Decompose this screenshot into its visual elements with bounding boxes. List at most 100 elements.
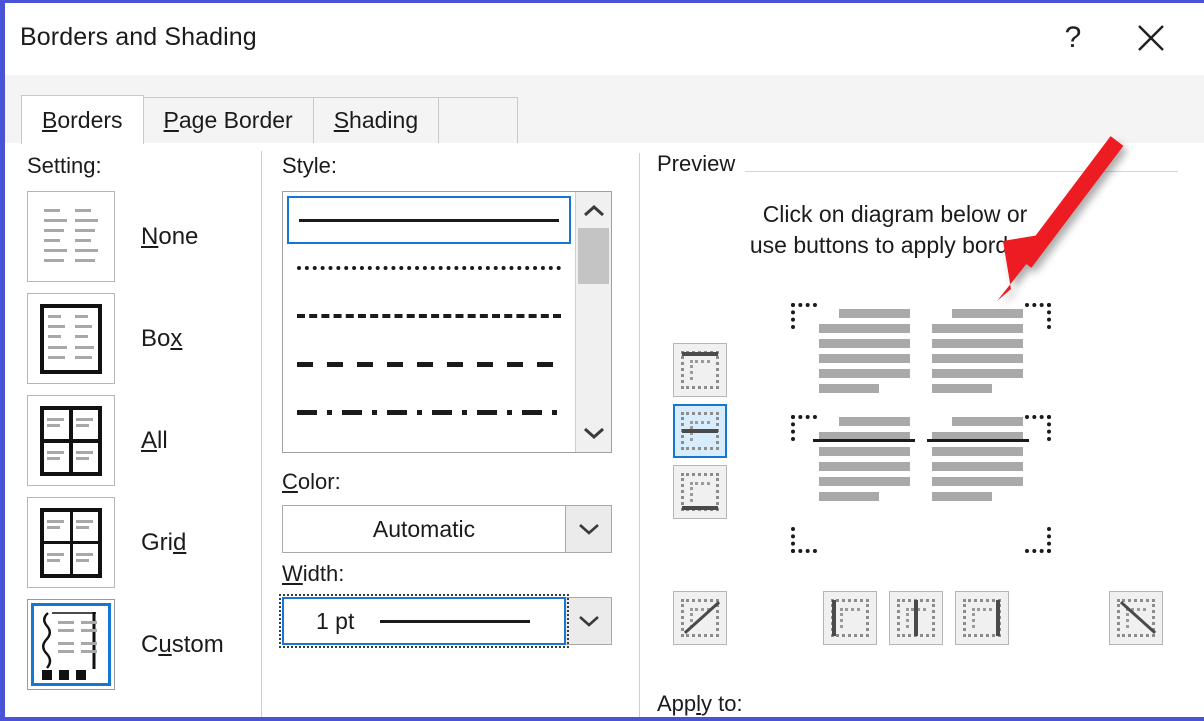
tab-shading[interactable]: Shading — [313, 97, 439, 143]
diagonal-up-border-button[interactable] — [673, 591, 727, 645]
page-custom-border-icon[interactable] — [27, 599, 115, 690]
width-dropdown[interactable]: 1 pt — [282, 597, 612, 645]
preview-hint-line-1: Click on diagram below or — [685, 199, 1105, 230]
style-listbox[interactable] — [282, 191, 612, 453]
diagram-midmark-right — [1025, 415, 1051, 441]
diagram-corner-top-right — [1025, 303, 1051, 329]
color-value[interactable]: Automatic — [282, 505, 566, 553]
style-option-dash-dot[interactable] — [287, 388, 571, 436]
setting-option-custom[interactable]: Custom — [27, 599, 224, 690]
setting-option-grid[interactable]: Grid — [27, 497, 224, 588]
setting-custom-accel: u — [158, 631, 171, 658]
setting-custom-pre: C — [141, 631, 158, 658]
line-dashed-wide-icon — [297, 362, 561, 367]
column-divider-1 — [261, 151, 262, 721]
setting-grid-pre: Gri — [141, 529, 173, 556]
tab-borders-accel: B — [42, 107, 57, 134]
style-scrollbar[interactable] — [575, 192, 611, 452]
left-border-button[interactable] — [823, 591, 877, 645]
setting-option-all[interactable]: All — [27, 395, 224, 486]
page-no-border-icon[interactable] — [27, 191, 115, 282]
chevron-down-icon[interactable] — [576, 418, 611, 448]
color-accel: C — [282, 469, 298, 494]
close-icon — [1134, 21, 1168, 55]
diagram-column-left — [819, 309, 910, 547]
bottom-border-button[interactable] — [673, 465, 727, 519]
chevron-down-icon[interactable] — [566, 505, 612, 553]
border-left-icon — [831, 599, 869, 637]
setting-all-rest: ll — [157, 427, 168, 454]
page-box-border-icon[interactable] — [27, 293, 115, 384]
tab-page-border-accel: P — [164, 107, 179, 134]
setting-option-none-label: None — [141, 223, 198, 251]
tab-shading-label: hading — [349, 107, 418, 134]
apply-to-label: Apply to: — [657, 691, 743, 717]
preview-hint-text: Click on diagram below or use buttons to… — [685, 199, 1105, 261]
diagram-corner-bottom-left — [791, 527, 817, 553]
scrollbar-thumb[interactable] — [578, 228, 609, 284]
top-border-button[interactable] — [673, 343, 727, 397]
tab-borders-label: orders — [57, 107, 122, 134]
close-button[interactable] — [1124, 11, 1178, 65]
border-inside-vertical-icon — [897, 599, 935, 637]
title-bar: Borders and Shading ? — [5, 3, 1204, 76]
setting-all-accel: A — [141, 427, 157, 454]
diagonal-down-border-button[interactable] — [1109, 591, 1163, 645]
preview-bottom-buttons — [673, 591, 1173, 645]
style-option-dotted[interactable] — [287, 244, 571, 292]
inside-horizontal-border-button[interactable] — [673, 404, 727, 458]
setting-none-rest: one — [158, 223, 198, 250]
chevron-down-icon[interactable] — [566, 597, 612, 645]
chevron-up-icon[interactable] — [576, 196, 611, 226]
diagram-text-columns — [819, 309, 1023, 547]
style-group-label: Style: — [282, 153, 337, 179]
width-value-field[interactable]: 1 pt — [282, 597, 566, 645]
tab-page-border-label: age Border — [179, 107, 293, 134]
tab-page-border[interactable]: Page Border — [143, 97, 314, 143]
diagram-inside-horizontal-border-right[interactable] — [927, 439, 1029, 442]
width-label: Width: — [282, 561, 344, 587]
setting-group-label: Setting: — [27, 153, 102, 179]
border-diagonal-up-icon — [681, 599, 719, 637]
tab-borders[interactable]: Borders — [21, 95, 144, 144]
style-option-dashed-fine[interactable] — [287, 292, 571, 340]
dialog-content: Setting: — [5, 143, 1204, 717]
page-grid-border-icon[interactable] — [27, 497, 115, 588]
right-border-button[interactable] — [955, 591, 1009, 645]
border-diagonal-down-icon — [1117, 599, 1155, 637]
diagram-midmark-left — [791, 415, 817, 441]
width-label-rest: idth: — [303, 561, 345, 586]
width-value: 1 pt — [316, 608, 354, 635]
diagram-inside-horizontal-border-left[interactable] — [813, 439, 915, 442]
setting-grid-accel: d — [173, 529, 186, 556]
setting-custom-post: stom — [172, 631, 224, 658]
style-option-dashed-wide[interactable] — [287, 340, 571, 388]
preview-group-label: Preview — [657, 151, 745, 177]
line-dotted-icon — [297, 266, 561, 270]
setting-option-none[interactable]: None — [27, 191, 224, 282]
setting-option-box-label: Box — [141, 325, 182, 353]
preview-side-buttons — [673, 343, 727, 526]
width-accel: W — [282, 561, 303, 586]
border-inside-horizontal-icon — [681, 412, 719, 450]
question-mark-icon: ? — [1065, 21, 1082, 55]
setting-option-custom-label: Custom — [141, 631, 224, 659]
line-dashed-fine-icon — [297, 314, 561, 318]
diagram-corner-bottom-right — [1025, 527, 1051, 553]
setting-option-all-label: All — [141, 427, 168, 455]
column-divider-2 — [639, 153, 640, 721]
color-dropdown[interactable]: Automatic — [282, 505, 612, 553]
color-label: Color: — [282, 469, 341, 495]
diagram-column-right — [932, 309, 1023, 547]
diagram-corner-top-left — [791, 303, 817, 329]
style-option-solid[interactable] — [287, 196, 571, 244]
border-right-icon — [963, 599, 1001, 637]
page-all-borders-icon[interactable] — [27, 395, 115, 486]
setting-option-box[interactable]: Box — [27, 293, 224, 384]
apply-to-pre: App — [657, 691, 696, 716]
apply-to-post: y to: — [701, 691, 743, 716]
preview-diagram[interactable] — [791, 303, 1051, 553]
help-button[interactable]: ? — [1046, 11, 1100, 65]
inside-vertical-border-button[interactable] — [889, 591, 943, 645]
setting-box-pre: Bo — [141, 325, 170, 352]
